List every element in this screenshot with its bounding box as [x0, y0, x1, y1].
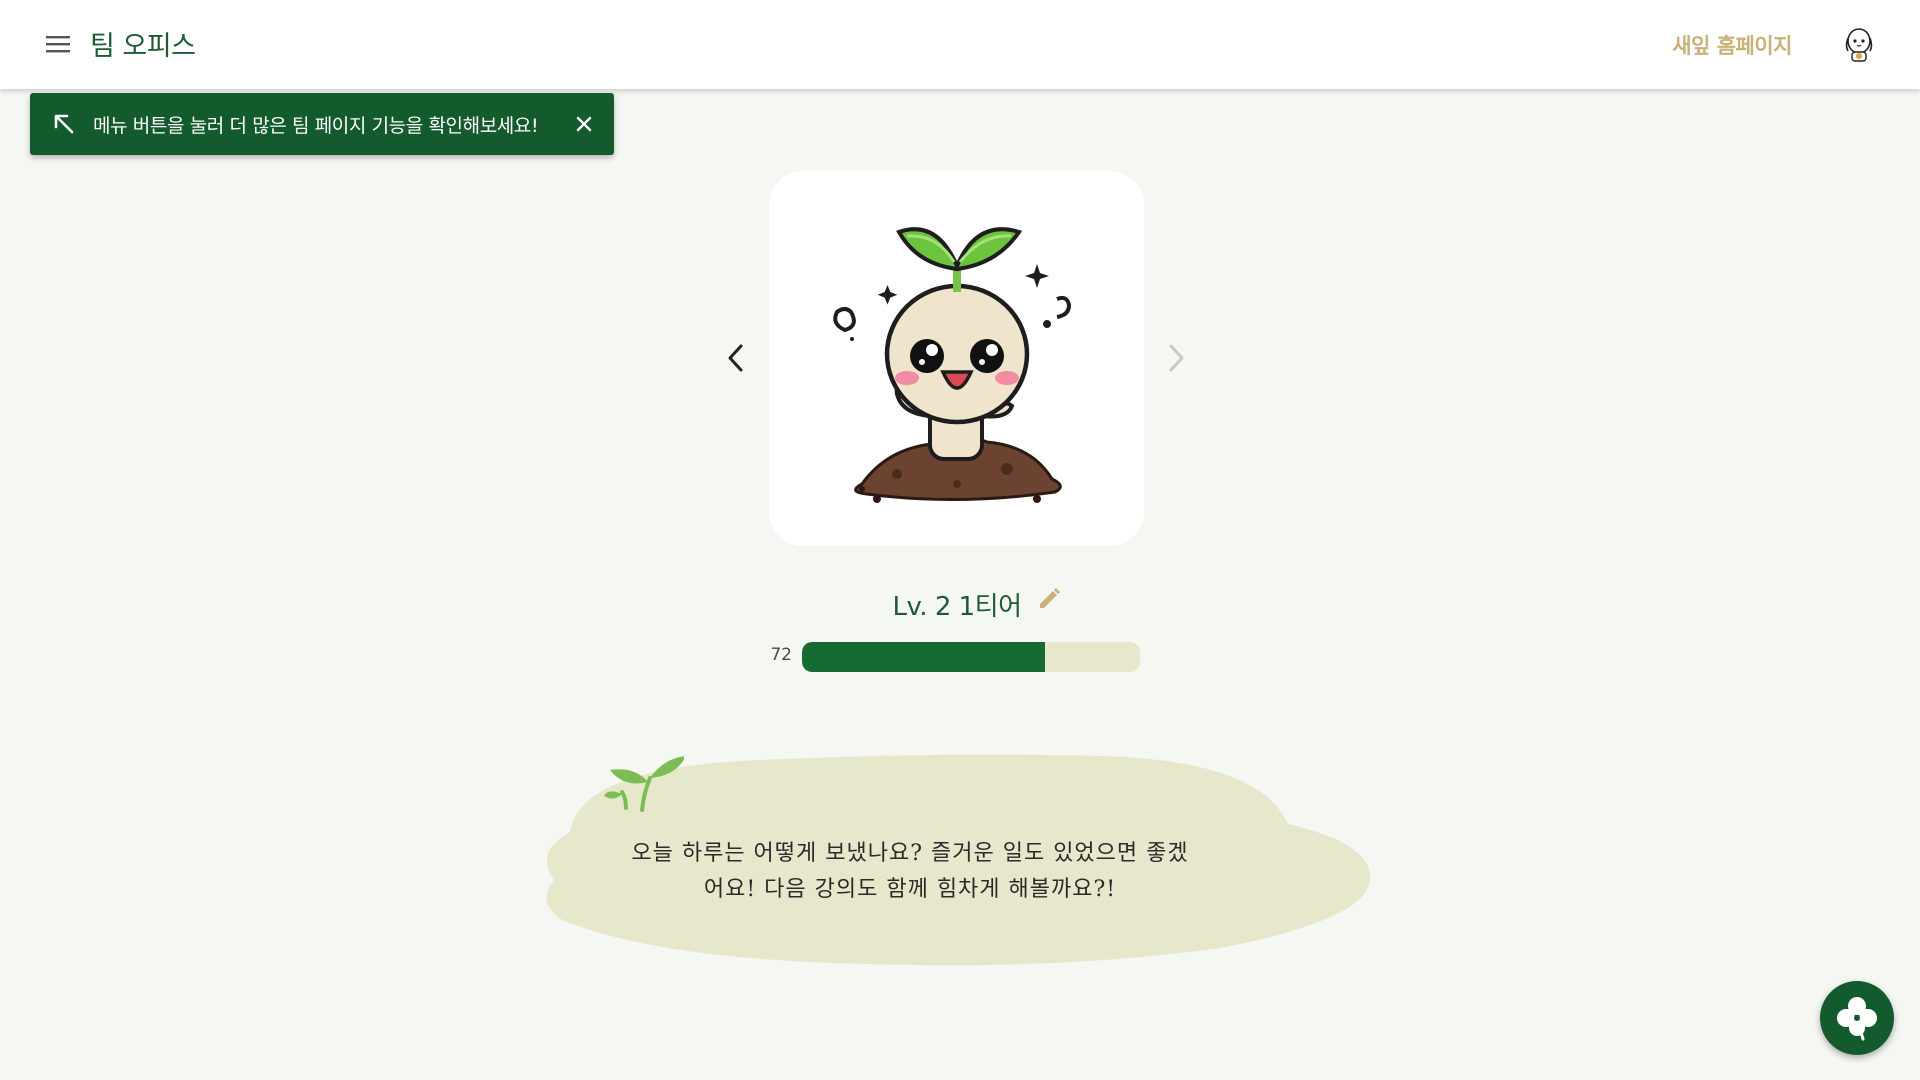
- progress-fill: [802, 642, 1046, 672]
- clover-fab-button[interactable]: [1820, 981, 1894, 1055]
- close-icon[interactable]: [572, 112, 596, 136]
- character-card: [769, 171, 1144, 546]
- chevron-left-icon[interactable]: [718, 338, 752, 378]
- character-avatar-icon[interactable]: [1838, 24, 1880, 66]
- level-row: Lv. 2 1티어: [0, 584, 1920, 624]
- tip-snackbar: 메뉴 버튼을 눌러 더 많은 팀 페이지 기능을 확인해보세요!: [30, 93, 614, 155]
- level-label: Lv. 2 1티어: [892, 591, 1022, 622]
- hamburger-menu-icon[interactable]: [44, 30, 72, 58]
- top-app-bar: 팀 오피스 새잎 홈페이지: [0, 0, 1920, 89]
- tip-message: 메뉴 버튼을 눌러 더 많은 팀 페이지 기능을 확인해보세요!: [93, 114, 539, 137]
- sprout-character-illustration: [832, 226, 1071, 503]
- progress-value: 72: [770, 645, 792, 665]
- page-title: 팀 오피스: [90, 31, 196, 62]
- chevron-right-icon[interactable]: [1160, 338, 1194, 378]
- daily-message: 오늘 하루는 어떻게 보냈나요? 즐거운 일도 있었으면 좋겠 어요! 다음 강…: [620, 836, 1200, 908]
- arrow-up-left-icon: [50, 110, 78, 138]
- new-homepage-link[interactable]: 새잎 홈페이지: [1672, 30, 1792, 60]
- pencil-icon[interactable]: [1034, 584, 1064, 614]
- progress-bar: [802, 642, 1140, 672]
- sprout-icon: [604, 756, 684, 812]
- daily-message-line-1: 오늘 하루는 어떻게 보냈나요? 즐거운 일도 있었으면 좋겠: [631, 841, 1189, 866]
- daily-message-line-2: 어요! 다음 강의도 함께 힘차게 해볼까요?!: [703, 877, 1117, 902]
- clover-icon: [1837, 997, 1877, 1041]
